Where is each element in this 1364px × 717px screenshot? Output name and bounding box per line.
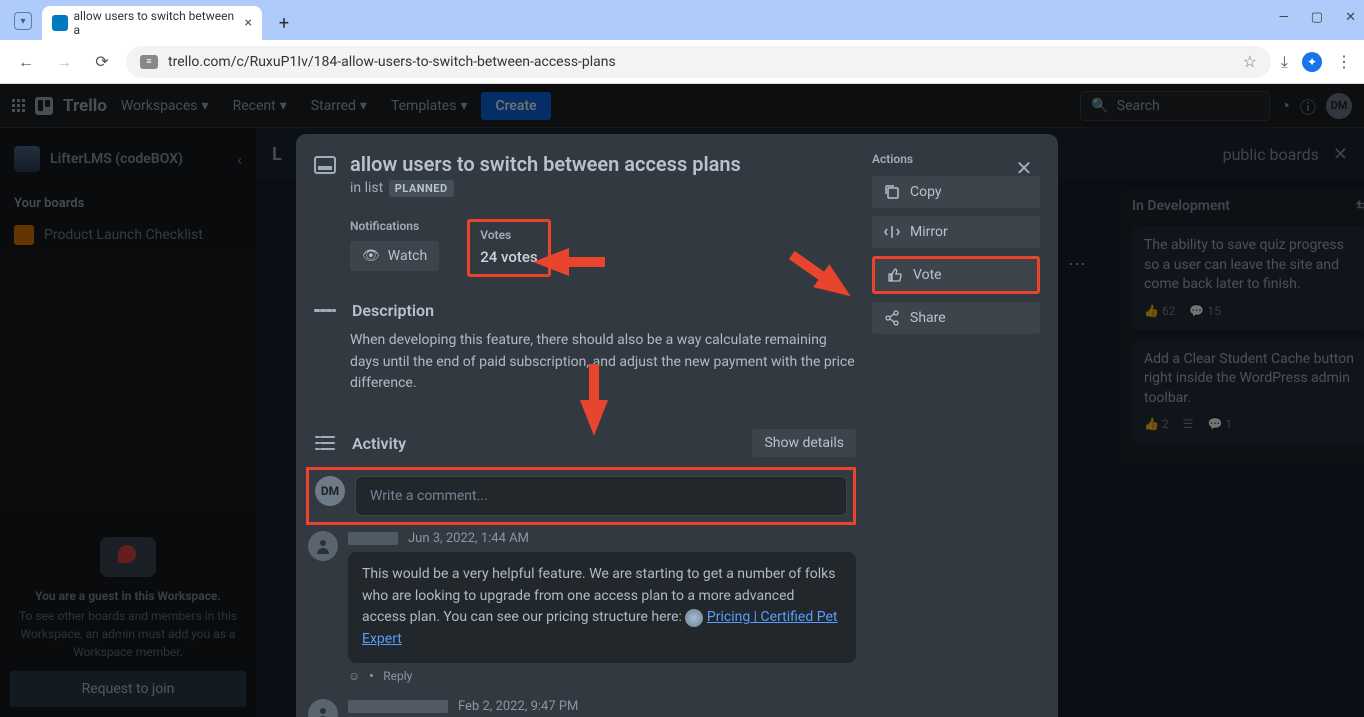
reload-button[interactable]: ⟳: [88, 48, 116, 76]
trello-favicon: [52, 15, 68, 31]
close-tab-icon[interactable]: ×: [245, 15, 252, 31]
eye-icon: 👁: [362, 248, 380, 264]
description-text[interactable]: When developing this feature, there shou…: [350, 330, 856, 395]
tab-search-button[interactable]: ▾: [14, 12, 32, 30]
comment-date: Jun 3, 2022, 1:44 AM: [408, 531, 529, 546]
reaction-button[interactable]: ☺: [348, 669, 360, 683]
forward-button[interactable]: →: [50, 48, 78, 76]
thumbs-up-icon: [887, 267, 903, 283]
list-badge[interactable]: PLANNED: [389, 180, 454, 197]
chrome-menu-icon[interactable]: ⋮: [1336, 52, 1352, 71]
watch-button[interactable]: 👁 Watch: [350, 241, 439, 271]
votes-label: Votes: [480, 228, 537, 242]
comment-body: This would be a very helpful feature. We…: [348, 552, 856, 663]
minimize-icon[interactable]: —: [1279, 10, 1289, 25]
mirror-icon: [884, 224, 900, 240]
share-icon: [884, 310, 900, 326]
vote-button[interactable]: Vote: [872, 256, 1040, 294]
show-details-button[interactable]: Show details: [752, 429, 856, 457]
mirror-button[interactable]: Mirror: [872, 216, 1040, 248]
site-info-icon[interactable]: ≡: [140, 55, 158, 69]
browser-tab[interactable]: allow users to switch between a ×: [42, 6, 262, 40]
share-button[interactable]: Share: [872, 302, 1040, 334]
new-tab-button[interactable]: +: [270, 9, 298, 37]
comment-date: Feb 2, 2022, 9:47 PM: [458, 699, 578, 714]
commenter-avatar: [308, 531, 338, 561]
address-bar[interactable]: ≡ trello.com/c/RuxuP1Iv/184-allow-users-…: [126, 46, 1271, 78]
commenter-avatar: [308, 699, 338, 717]
card-title[interactable]: allow users to switch between access pla…: [350, 152, 741, 176]
maximize-icon[interactable]: ▢: [1311, 10, 1323, 25]
comment-input[interactable]: Write a comment...: [355, 476, 847, 516]
in-list-label: in list PLANNED: [350, 180, 856, 197]
card-modal: ✕ allow users to switch between access p…: [296, 134, 1058, 717]
activity-icon: [314, 434, 336, 452]
description-heading: Description: [352, 301, 434, 320]
bookmark-star-icon[interactable]: ☆: [1243, 52, 1257, 71]
tab-title: allow users to switch between a: [74, 9, 239, 37]
downloads-icon[interactable]: ⤓: [1281, 52, 1288, 72]
close-window-icon[interactable]: ✕: [1345, 10, 1356, 25]
user-avatar: DM: [315, 476, 345, 506]
card-header-icon: [314, 156, 336, 174]
reply-button[interactable]: Reply: [383, 669, 412, 683]
description-icon: [314, 307, 336, 314]
commenter-name-redacted: [348, 700, 448, 713]
votes-highlight: Votes 24 votes: [467, 219, 550, 277]
votes-count[interactable]: 24 votes: [480, 248, 537, 266]
activity-heading: Activity: [352, 434, 406, 453]
commenter-name-redacted: [348, 532, 398, 545]
copy-icon: [884, 184, 900, 200]
notifications-label: Notifications: [350, 219, 439, 233]
close-modal-button[interactable]: ✕: [1008, 152, 1040, 184]
accessibility-icon[interactable]: ✦: [1302, 52, 1322, 72]
back-button[interactable]: ←: [12, 48, 40, 76]
avatar-emoji: [685, 609, 703, 627]
url-text: trello.com/c/RuxuP1Iv/184-allow-users-to…: [168, 54, 616, 70]
comment-highlight: DM Write a comment...: [306, 467, 856, 525]
